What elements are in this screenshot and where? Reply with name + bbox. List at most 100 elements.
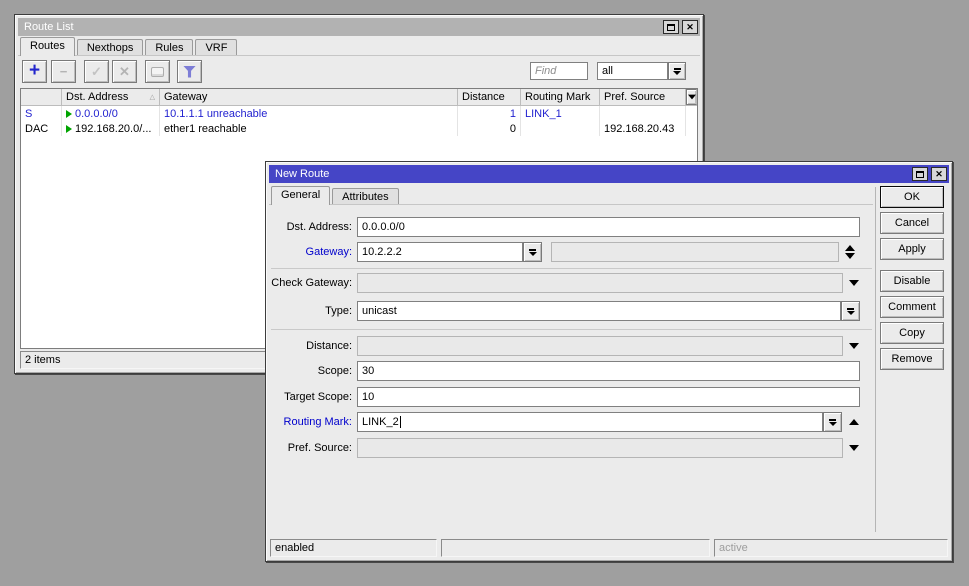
col-distance[interactable]: Distance [458, 89, 521, 105]
close-button[interactable]: ✕ [931, 167, 947, 181]
comment-route-button[interactable] [145, 60, 170, 83]
type-label: Type: [271, 305, 357, 317]
cell-distance: 0 [458, 121, 521, 136]
route-list-window-title: Route List [24, 21, 74, 33]
new-route-tabs: General Attributes [271, 186, 401, 205]
scope-input[interactable]: 30 [357, 361, 860, 381]
col-routing-mark[interactable]: Routing Mark [521, 89, 600, 105]
status-middle-panel [441, 539, 710, 557]
text-cursor [400, 416, 401, 428]
gateway-add-remove-spinner[interactable] [845, 245, 855, 259]
routing-mark-collapse-icon[interactable] [849, 419, 859, 425]
tab-vrf[interactable]: VRF [195, 39, 237, 56]
col-gateway[interactable]: Gateway [160, 89, 458, 105]
ok-button[interactable]: OK [880, 186, 944, 208]
close-icon: ✕ [935, 170, 943, 179]
apply-button[interactable]: Apply [880, 238, 944, 260]
tab-general[interactable]: General [271, 186, 330, 205]
close-button[interactable]: ✕ [682, 20, 698, 34]
maximize-button[interactable] [663, 20, 679, 34]
new-route-dialog: New Route ✕ General Attributes Dst. Addr… [265, 161, 953, 562]
cell-dst: 192.168.20.0/... [62, 121, 160, 136]
check-gateway-label: Check Gateway: [271, 277, 357, 289]
remove-route-button[interactable]: − [51, 60, 76, 83]
route-list-titlebar[interactable]: Route List ✕ [18, 18, 700, 36]
status-enabled-panel: enabled [270, 539, 437, 557]
close-icon: ✕ [686, 23, 694, 32]
form-separator [271, 329, 872, 330]
plus-icon: + [29, 61, 40, 80]
cancel-button[interactable]: Cancel [880, 212, 944, 234]
items-count: 2 items [25, 354, 60, 366]
cell-flags: DAC [21, 121, 62, 136]
pref-source-expand-icon[interactable] [849, 445, 859, 451]
table-row[interactable]: DAC 192.168.20.0/... ether1 reachable 0 … [21, 121, 697, 136]
col-flags[interactable] [21, 89, 62, 105]
disable-button[interactable]: Disable [880, 270, 944, 292]
check-gateway-select[interactable] [357, 273, 843, 293]
disable-route-button[interactable]: ✕ [112, 60, 137, 83]
status-active: active [719, 542, 748, 554]
filter-button[interactable] [177, 60, 202, 83]
dst-address-label: Dst. Address: [271, 221, 357, 233]
check-icon: ✓ [91, 65, 102, 78]
tabs-divider [18, 55, 700, 56]
new-route-window-title: New Route [275, 168, 329, 180]
target-scope-input[interactable]: 10 [357, 387, 860, 407]
check-gateway-expand-icon[interactable] [849, 280, 859, 286]
cell-routing-mark [521, 121, 600, 136]
chevron-down-icon [688, 95, 696, 100]
col-dst-address[interactable]: Dst. Address △ [62, 89, 160, 105]
form-separator [271, 268, 872, 269]
pref-source-select[interactable] [357, 438, 843, 458]
type-select[interactable]: unicast [357, 301, 841, 321]
dst-address-input[interactable]: 0.0.0.0/0 [357, 217, 860, 237]
distance-label: Distance: [271, 340, 357, 352]
column-options-button[interactable] [686, 89, 697, 105]
dropdown-icon [847, 308, 855, 315]
gateway-input[interactable]: 10.2.2.2 [357, 242, 523, 262]
routing-mark-input[interactable]: LINK_2 [357, 412, 823, 432]
comment-icon [151, 67, 164, 77]
col-pref-source[interactable]: Pref. Source [600, 89, 686, 105]
maximize-icon [667, 24, 675, 31]
routing-mark-dropdown-button[interactable] [823, 412, 842, 432]
remove-button[interactable]: Remove [880, 348, 944, 370]
type-dropdown-button[interactable] [841, 301, 860, 321]
status-enabled: enabled [275, 542, 314, 554]
tab-routes[interactable]: Routes [20, 37, 75, 56]
table-row[interactable]: S 0.0.0.0/0 10.1.1.1 unreachable 1 LINK_… [21, 106, 697, 121]
spinner-up-icon [845, 245, 855, 251]
add-route-button[interactable]: + [22, 60, 47, 83]
cell-distance: 1 [458, 106, 521, 121]
copy-button[interactable]: Copy [880, 322, 944, 344]
new-route-titlebar[interactable]: New Route ✕ [269, 165, 949, 183]
cell-gateway: ether1 reachable [160, 121, 458, 136]
dropdown-icon [673, 68, 681, 75]
dropdown-icon [829, 419, 837, 426]
find-input[interactable]: Find [530, 62, 588, 80]
maximize-button[interactable] [912, 167, 928, 181]
gateway-label: Gateway: [271, 246, 357, 258]
enable-route-button[interactable]: ✓ [84, 60, 109, 83]
sort-asc-icon: △ [150, 93, 155, 101]
filter-scope-dropdown-button[interactable] [668, 62, 686, 80]
route-table-header: Dst. Address △ Gateway Distance Routing … [21, 89, 697, 106]
cell-flags: S [21, 106, 62, 121]
comment-button[interactable]: Comment [880, 296, 944, 318]
spinner-down-icon [845, 253, 855, 259]
active-route-icon [66, 125, 72, 133]
filter-scope-value: all [602, 65, 613, 77]
scope-label: Scope: [271, 365, 357, 377]
filter-scope-select[interactable]: all [597, 62, 668, 80]
gateway-interface-select[interactable] [551, 242, 839, 262]
distance-select[interactable] [357, 336, 843, 356]
gateway-dropdown-button[interactable] [523, 242, 542, 262]
tab-nexthops[interactable]: Nexthops [77, 39, 143, 56]
distance-expand-icon[interactable] [849, 343, 859, 349]
routing-mark-label: Routing Mark: [271, 416, 357, 428]
tab-attributes[interactable]: Attributes [332, 188, 398, 205]
target-scope-label: Target Scope: [271, 391, 357, 403]
active-route-icon [66, 110, 72, 118]
tab-rules[interactable]: Rules [145, 39, 193, 56]
